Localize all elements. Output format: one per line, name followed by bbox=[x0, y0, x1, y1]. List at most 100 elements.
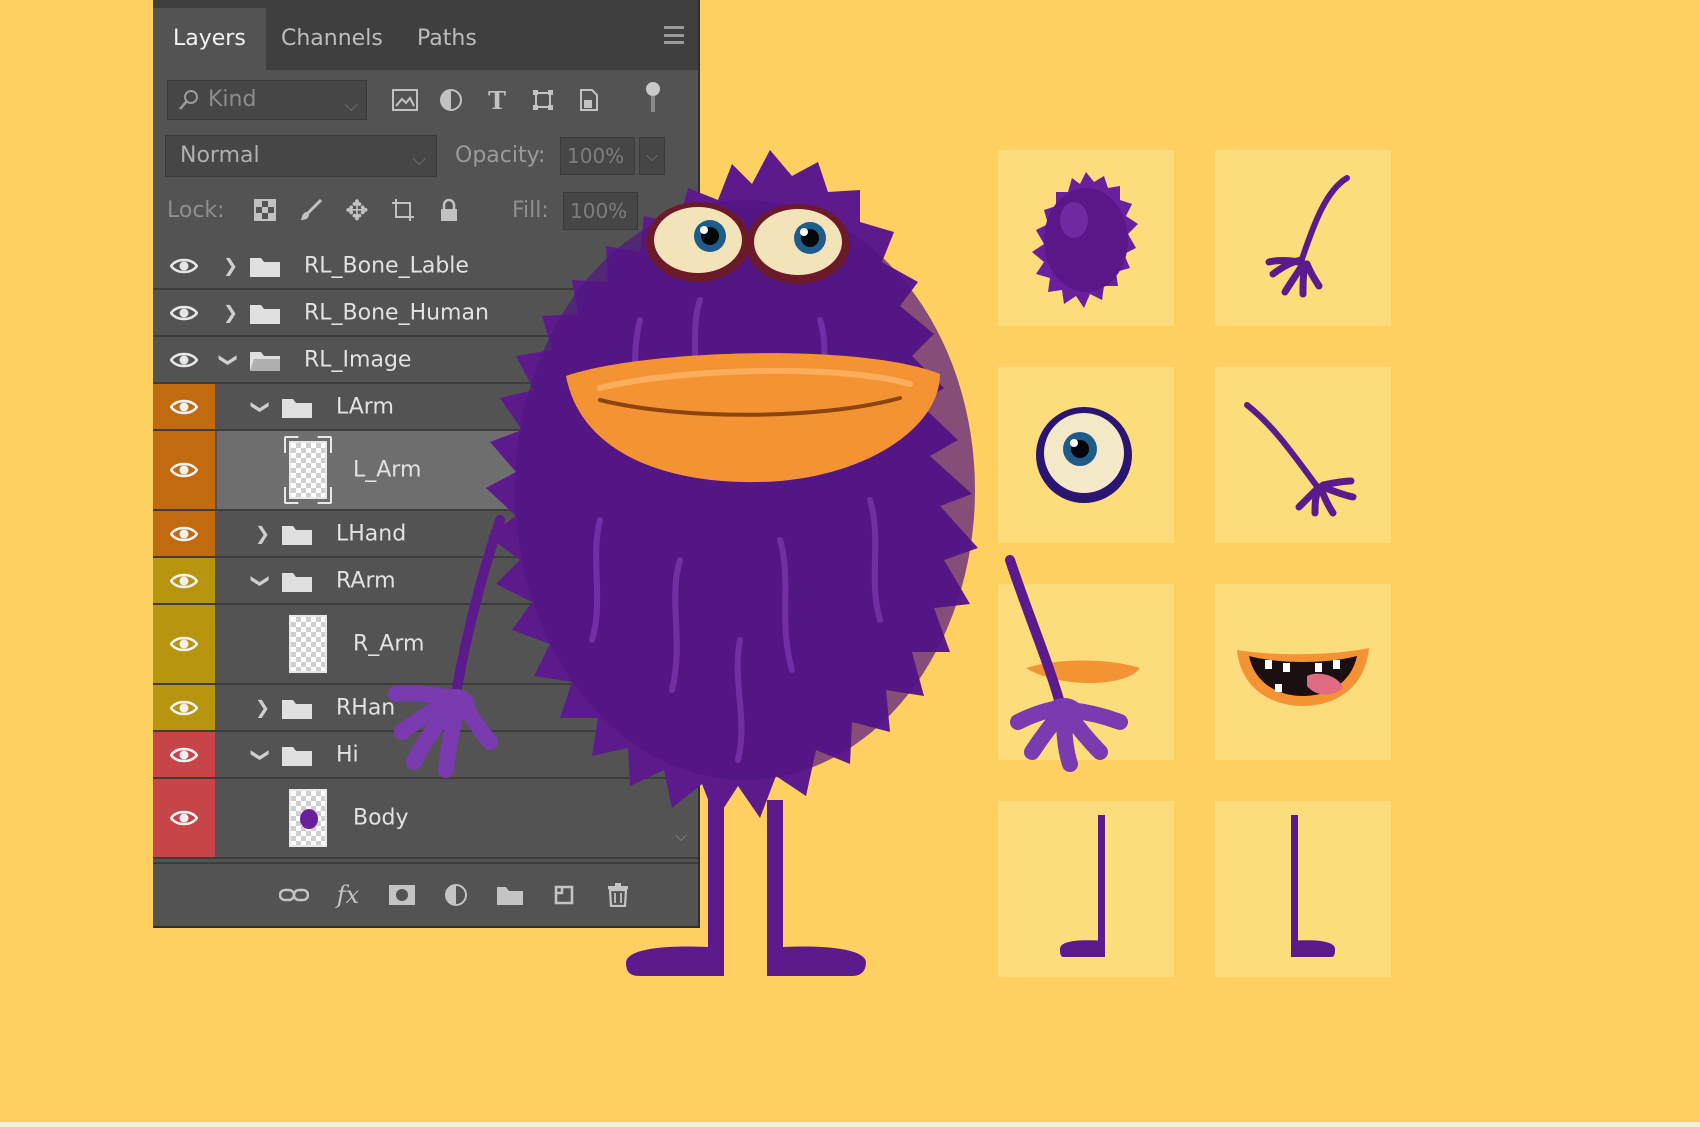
eye-icon[interactable] bbox=[170, 810, 198, 826]
panel-menu-icon[interactable] bbox=[664, 26, 684, 44]
fill-label: Fill: bbox=[512, 198, 549, 223]
part-tile-mouth-open bbox=[1215, 584, 1391, 760]
folder-icon bbox=[250, 257, 280, 277]
chevron-down-icon: ⌵ bbox=[412, 149, 426, 170]
lock-transparent-icon[interactable] bbox=[249, 194, 281, 226]
new-group-icon[interactable] bbox=[492, 878, 528, 912]
lock-brush-icon[interactable] bbox=[295, 194, 327, 226]
fill-input[interactable]: 100% bbox=[563, 192, 638, 230]
chevron-down-icon[interactable]: ❯ bbox=[218, 352, 239, 367]
eye-icon[interactable] bbox=[170, 700, 198, 716]
folder-icon bbox=[282, 525, 312, 545]
layer-row[interactable]: R_Arm bbox=[153, 605, 698, 685]
eye-icon[interactable] bbox=[170, 399, 198, 415]
lock-all-icon[interactable] bbox=[433, 194, 465, 226]
layer-row-selected[interactable]: L_Arm bbox=[153, 431, 698, 511]
layer-thumbnail bbox=[289, 615, 327, 673]
layer-name: RL_Image bbox=[304, 347, 412, 372]
adjustment-filter-icon[interactable] bbox=[435, 84, 467, 116]
chevron-down-icon[interactable]: ❯ bbox=[250, 747, 271, 762]
body-thumbnail-blob bbox=[300, 809, 318, 829]
folder-icon bbox=[250, 304, 280, 324]
layer-name: RL_Bone_Lable bbox=[304, 253, 469, 278]
mouth-open-part bbox=[1237, 648, 1369, 706]
layer-row[interactable]: ❯ Hi bbox=[153, 732, 698, 779]
lock-artboard-icon[interactable] bbox=[387, 194, 419, 226]
eye-icon[interactable] bbox=[170, 636, 198, 652]
part-tile-left-leg bbox=[998, 801, 1174, 977]
layer-row[interactable]: ❯ RL_Image bbox=[153, 337, 698, 384]
folder-open-icon bbox=[250, 351, 280, 371]
link-layers-icon[interactable] bbox=[276, 878, 312, 912]
chevron-right-icon[interactable]: ❯ bbox=[223, 302, 238, 323]
image-filter-icon[interactable] bbox=[389, 84, 421, 116]
eye-icon[interactable] bbox=[170, 352, 198, 368]
layer-row[interactable]: ❯ LArm bbox=[153, 384, 698, 431]
part-tile-right-leg bbox=[1215, 801, 1391, 977]
eye-icon[interactable] bbox=[170, 258, 198, 274]
chevron-down-icon[interactable]: ❯ bbox=[250, 399, 271, 414]
layer-list: ❯ RL_Bone_Lable ❯ RL_Bone_Human ❯ RL_Ima… bbox=[153, 243, 698, 859]
part-tile-mouth-closed bbox=[998, 584, 1174, 760]
eye-icon[interactable] bbox=[170, 747, 198, 763]
folder-open-icon bbox=[282, 398, 312, 418]
folder-icon bbox=[282, 699, 312, 719]
blend-mode-value: Normal bbox=[180, 143, 260, 168]
opacity-dropdown-icon[interactable]: ⌵ bbox=[639, 137, 665, 175]
panel-tab-bar: Layers Channels Paths bbox=[153, 0, 698, 70]
chevron-right-icon[interactable]: ❯ bbox=[223, 255, 238, 276]
shape-filter-icon[interactable] bbox=[527, 84, 559, 116]
chevron-right-icon[interactable]: ❯ bbox=[255, 523, 270, 544]
layer-row[interactable]: ❯ RL_Bone_Lable bbox=[153, 243, 698, 290]
opacity-input[interactable]: 100% bbox=[560, 137, 635, 175]
tab-layers[interactable]: Layers bbox=[153, 8, 266, 70]
chevron-down-icon[interactable]: ❯ bbox=[250, 573, 271, 588]
eye-icon[interactable] bbox=[170, 573, 198, 589]
filter-toggle-icon[interactable] bbox=[645, 80, 661, 120]
kind-filter-select[interactable]: Kind ⌵ bbox=[167, 80, 367, 120]
layer-row[interactable]: ❯ RL_Bone_Human bbox=[153, 290, 698, 337]
smart-object-filter-icon[interactable] bbox=[573, 84, 605, 116]
layer-name: RHan bbox=[336, 695, 396, 720]
layer-name: L_Arm bbox=[353, 457, 422, 483]
part-tile-right-arm bbox=[1215, 367, 1391, 543]
layer-row[interactable]: ❯ LHand bbox=[153, 511, 698, 558]
layer-row[interactable]: Body bbox=[153, 779, 698, 859]
tab-paths[interactable]: Paths bbox=[397, 8, 497, 70]
layer-name: Hi bbox=[336, 742, 359, 767]
filter-row: Kind ⌵ T bbox=[167, 80, 677, 124]
fx-icon[interactable]: fx bbox=[330, 878, 366, 912]
layer-name: RArm bbox=[336, 568, 396, 593]
delete-layer-icon[interactable] bbox=[600, 878, 636, 912]
tab-channels[interactable]: Channels bbox=[261, 8, 403, 70]
layer-row[interactable]: ❯ RArm bbox=[153, 558, 698, 605]
part-tile-body bbox=[998, 150, 1174, 326]
bottom-strip bbox=[0, 1122, 1700, 1127]
right-leg-part bbox=[1291, 815, 1335, 957]
eye-icon[interactable] bbox=[170, 305, 198, 321]
new-layer-icon[interactable] bbox=[546, 878, 582, 912]
eye-icon[interactable] bbox=[170, 462, 198, 478]
lock-row: Lock: ✥ Fill: 100% bbox=[167, 190, 683, 234]
blend-mode-select[interactable]: Normal ⌵ bbox=[165, 135, 437, 177]
layer-name: LArm bbox=[336, 394, 394, 419]
layer-name: LHand bbox=[336, 521, 407, 546]
layer-name: Body bbox=[353, 805, 409, 831]
lock-move-icon[interactable]: ✥ bbox=[341, 194, 373, 227]
fur-body-part bbox=[1032, 172, 1138, 308]
type-filter-icon[interactable]: T bbox=[481, 84, 513, 116]
folder-open-icon bbox=[282, 572, 312, 592]
chevron-right-icon[interactable]: ❯ bbox=[255, 697, 270, 718]
left-leg-part bbox=[1060, 815, 1105, 957]
part-tile-eye bbox=[998, 367, 1174, 543]
scroll-down-icon[interactable]: ⌵ bbox=[675, 826, 687, 846]
lock-label: Lock: bbox=[167, 198, 225, 223]
adjustment-layer-icon[interactable] bbox=[438, 878, 474, 912]
left-arm-part bbox=[1265, 175, 1350, 298]
eye-part bbox=[1036, 407, 1132, 503]
chevron-down-icon: ⌵ bbox=[344, 95, 358, 116]
eye-icon[interactable] bbox=[170, 526, 198, 542]
add-mask-icon[interactable] bbox=[384, 878, 420, 912]
layer-row[interactable]: ❯ RHan bbox=[153, 685, 698, 732]
opacity-label: Opacity: bbox=[455, 143, 546, 168]
